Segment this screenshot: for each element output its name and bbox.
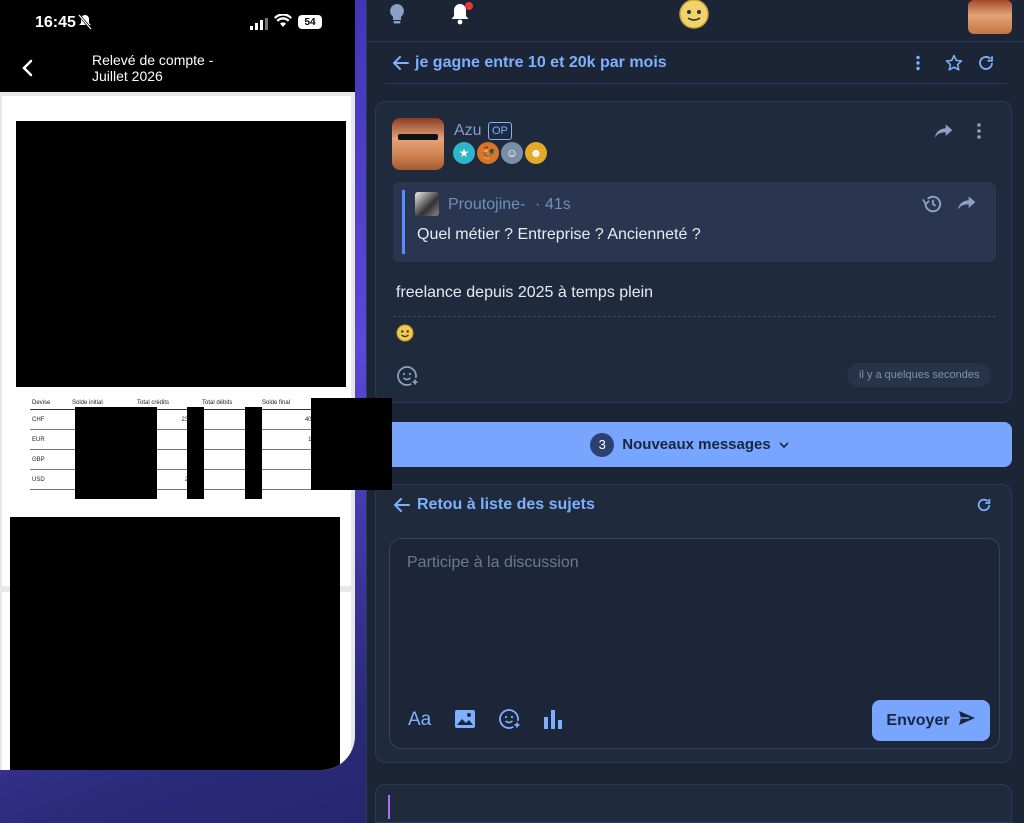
document-viewer[interactable]: Devise Solde initial Total crédits Total… bbox=[0, 92, 355, 770]
redacted-block bbox=[187, 407, 204, 499]
send-button-label: Envoyer bbox=[886, 711, 950, 729]
quote-bar bbox=[402, 190, 405, 254]
document-title-line1: Relevé de compte - bbox=[92, 52, 214, 68]
redacted-block bbox=[245, 407, 262, 499]
quote-time: 41s bbox=[545, 196, 571, 213]
author-avatar[interactable] bbox=[392, 118, 444, 170]
post-message: freelance depuis 2025 à temps plein bbox=[396, 284, 654, 301]
header-solde-initial: Solde initial bbox=[72, 399, 103, 406]
quote-separator: · bbox=[535, 196, 541, 213]
quote-author[interactable]: Proutojine- bbox=[448, 196, 525, 214]
image-icon[interactable] bbox=[454, 709, 476, 734]
document-page-1: Devise Solde initial Total crédits Total… bbox=[2, 96, 351, 586]
document-navbar: Relevé de compte - Juillet 2026 bbox=[0, 46, 355, 92]
poll-chart-icon[interactable] bbox=[543, 709, 563, 734]
document-title: Relevé de compte - Juillet 2026 bbox=[92, 52, 272, 84]
forum-app: je gagne entre 10 et 20k par mois Azu OP… bbox=[366, 0, 1024, 823]
battery-indicator: 54 bbox=[298, 15, 322, 29]
topic-title[interactable]: je gagne entre 10 et 20k par mois bbox=[415, 54, 667, 72]
notification-bell-icon[interactable] bbox=[449, 2, 473, 31]
send-arrow-icon bbox=[958, 710, 976, 731]
back-arrow-icon[interactable] bbox=[393, 498, 410, 517]
lightbulb-icon[interactable] bbox=[387, 2, 407, 31]
topic-header: je gagne entre 10 et 20k par mois bbox=[385, 44, 1007, 84]
bottom-input-strip[interactable] bbox=[375, 784, 1012, 823]
quoted-message[interactable]: Proutojine- · 41s Quel métier ? Entrepri… bbox=[393, 182, 996, 262]
quote-author-avatar bbox=[415, 192, 439, 216]
redacted-block bbox=[75, 407, 157, 499]
quote-share-icon[interactable] bbox=[957, 194, 977, 217]
user-avatar[interactable] bbox=[968, 0, 1012, 34]
send-button[interactable]: Envoyer bbox=[872, 700, 990, 741]
emoji-picker-icon[interactable] bbox=[497, 707, 523, 736]
top-bar bbox=[367, 0, 1024, 42]
status-time: 16:45 bbox=[35, 14, 76, 31]
new-messages-label: Nouveaux messages bbox=[622, 436, 771, 453]
wifi-icon bbox=[274, 13, 292, 33]
back-arrow-icon[interactable] bbox=[392, 56, 409, 75]
more-options-icon[interactable] bbox=[915, 55, 921, 76]
portrait-badge-icon: ☺ bbox=[501, 142, 523, 164]
author-badges: ★ 🐓 ☺ ☻ bbox=[453, 142, 547, 164]
text-caret bbox=[388, 795, 390, 819]
header-total-debits: Total débits bbox=[202, 399, 233, 406]
cell-currency: USD bbox=[32, 476, 45, 483]
star-badge-icon: ★ bbox=[453, 142, 475, 164]
notification-dot bbox=[465, 2, 473, 10]
cell-currency: GBP bbox=[32, 456, 45, 463]
smiley-badge-icon: ☻ bbox=[525, 142, 547, 164]
redacted-block bbox=[16, 121, 346, 387]
post-author[interactable]: Azu bbox=[454, 122, 482, 140]
back-chevron-icon[interactable] bbox=[18, 58, 38, 83]
smiley-logo-icon[interactable] bbox=[677, 0, 711, 35]
refresh-icon[interactable] bbox=[977, 54, 995, 77]
text-format-button[interactable]: Aa bbox=[408, 709, 431, 731]
header-devise: Devise bbox=[32, 399, 51, 406]
phone-mirror-window: 16:45 54 Relevé de compte - Juillet 2026… bbox=[0, 0, 355, 770]
cell-currency: EUR bbox=[32, 436, 45, 443]
post-timestamp: il y a quelques secondes bbox=[847, 363, 992, 387]
cell-signal-icon bbox=[250, 17, 268, 35]
refresh-icon[interactable] bbox=[976, 497, 992, 518]
op-badge: OP bbox=[488, 122, 512, 140]
rooster-badge-icon: 🐓 bbox=[477, 142, 499, 164]
phone-status-bar: 16:45 54 bbox=[0, 0, 355, 46]
favorite-star-icon[interactable] bbox=[945, 54, 963, 77]
quote-text: Quel métier ? Entreprise ? Ancienneté ? bbox=[417, 226, 701, 243]
new-messages-count: 3 bbox=[590, 432, 615, 457]
post-more-icon[interactable] bbox=[976, 122, 982, 145]
silent-bell-icon bbox=[78, 14, 92, 35]
cell-currency: CHF bbox=[32, 416, 45, 423]
add-reaction-icon[interactable] bbox=[396, 364, 420, 393]
back-to-topics-link[interactable]: Retou à liste des sujets bbox=[417, 496, 595, 514]
forum-post: Azu OP ★ 🐓 ☺ ☻ Proutojine- · 41s Quel mé… bbox=[375, 101, 1012, 403]
chevron-down-icon bbox=[779, 436, 789, 454]
editor-placeholder: Participe à la discussion bbox=[407, 554, 579, 571]
redacted-block bbox=[10, 517, 340, 770]
history-icon[interactable] bbox=[921, 194, 943, 219]
redacted-block bbox=[311, 398, 392, 490]
post-divider bbox=[393, 316, 996, 317]
reaction-smiley-icon[interactable] bbox=[396, 324, 414, 347]
reply-panel: Retou à liste des sujets Participe à la … bbox=[375, 484, 1012, 763]
message-editor[interactable]: Participe à la discussion Aa Envoyer bbox=[389, 538, 1000, 749]
document-title-line2: Juillet 2026 bbox=[92, 68, 163, 84]
share-icon[interactable] bbox=[934, 122, 954, 145]
header-total-credits: Total crédits bbox=[137, 399, 170, 406]
new-messages-banner[interactable]: 3 Nouveaux messages bbox=[367, 422, 1012, 467]
